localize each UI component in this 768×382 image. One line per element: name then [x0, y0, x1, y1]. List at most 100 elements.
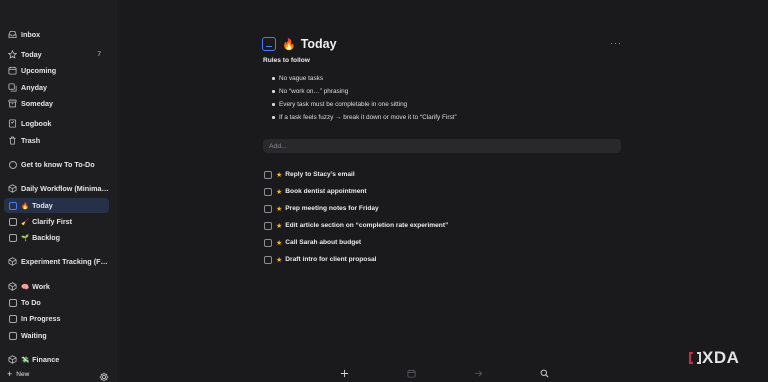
task-title: Draft intro for client proposal	[285, 256, 377, 263]
square-icon	[8, 298, 17, 307]
sidebar-item-experiment-tracking[interactable]: Experiment Tracking (For...	[4, 254, 109, 269]
task-checkbox[interactable]	[264, 204, 272, 213]
inbox-icon	[8, 30, 17, 39]
more-options-button[interactable]: ···	[610, 38, 622, 48]
sidebar-item-label: Waiting	[21, 331, 47, 340]
brain-emoji-icon: 🧠	[21, 283, 30, 291]
archive-icon	[8, 99, 17, 108]
broom-emoji-icon: 🧹	[21, 218, 30, 226]
sidebar-item-label: To Do	[21, 298, 41, 307]
star-icon: ★	[276, 239, 283, 247]
sidebar-item-today[interactable]: Today 7	[4, 47, 109, 62]
sidebar-item-someday[interactable]: Someday	[4, 96, 109, 111]
sidebar-item-label: Daily Workflow (Minimali...	[21, 184, 109, 193]
star-icon: ★	[276, 222, 283, 230]
task-row[interactable]: ★ Reply to Stacy’s email	[264, 166, 448, 183]
count-badge: 7	[97, 51, 101, 58]
sidebar-item-label: Trash	[21, 136, 41, 145]
circle-icon	[8, 160, 17, 169]
sidebar-item-label: Anyday	[21, 83, 47, 92]
task-checkbox[interactable]	[264, 255, 272, 264]
sidebar-bottom-bar: + New	[0, 366, 117, 382]
sidebar-item-finance[interactable]: 💸 Finance	[4, 352, 109, 367]
sidebar-item-work[interactable]: 🧠 Work	[4, 279, 109, 294]
list-item: No vague tasks	[272, 72, 457, 85]
xda-watermark-text: XDA	[702, 348, 740, 367]
sidebar-item-today-project[interactable]: 🔥 Today	[4, 198, 109, 213]
sidebar-item-label: Get to know To To-Do	[21, 160, 95, 169]
gear-icon[interactable]	[99, 369, 109, 382]
task-checkbox[interactable]	[264, 170, 272, 179]
task-title: Reply to Stacy’s email	[285, 171, 355, 178]
sidebar-item-daily-workflow[interactable]: Daily Workflow (Minimali...	[4, 181, 109, 196]
square-icon	[8, 217, 17, 226]
sidebar-item-label: Inbox	[21, 30, 41, 39]
sidebar-item-label: Logbook	[21, 119, 52, 128]
fire-emoji-icon: 🔥	[21, 202, 30, 210]
calendar-icon[interactable]	[406, 368, 416, 378]
task-title: Prep meeting notes for Friday	[285, 205, 379, 212]
star-icon	[8, 50, 17, 59]
task-title: Edit article section on “completion rate…	[285, 222, 449, 229]
sidebar-item-backlog[interactable]: 🌱 Backlog	[4, 230, 109, 245]
task-title: Call Sarah about budget	[285, 239, 362, 246]
sidebar-item-get-to-know[interactable]: Get to know To To-Do	[4, 157, 109, 172]
square-icon	[8, 314, 17, 323]
list-item: Every task must be completable in one si…	[272, 98, 457, 111]
layers-icon	[8, 83, 17, 92]
add-task-plus-icon[interactable]	[339, 368, 349, 378]
sidebar-item-label: Work	[32, 282, 50, 291]
sidebar-item-label: Upcoming	[21, 66, 57, 75]
task-checkbox[interactable]	[264, 238, 272, 247]
xda-watermark: XDA	[688, 348, 739, 368]
cube-icon	[8, 282, 17, 291]
sidebar-item-upcoming[interactable]: Upcoming	[4, 63, 109, 78]
sidebar-item-waiting[interactable]: Waiting	[4, 328, 109, 343]
sidebar-item-trash[interactable]: Trash	[4, 133, 109, 148]
cube-icon	[8, 355, 17, 364]
arrow-right-icon[interactable]	[473, 368, 483, 378]
star-icon: ★	[276, 188, 283, 196]
task-row[interactable]: ★ Edit article section on “completion ra…	[264, 217, 448, 234]
list-item: If a task feels fuzzy → break it down or…	[272, 111, 457, 124]
sidebar-item-label: Clarify First	[32, 217, 73, 226]
star-icon: ★	[276, 171, 283, 179]
sidebar: Inbox Today 7 Upcoming Anyday Someday Lo…	[0, 0, 117, 382]
sidebar-item-label: Someday	[21, 99, 53, 108]
sidebar-item-in-progress[interactable]: In Progress	[4, 311, 109, 326]
add-task-input[interactable]	[263, 139, 621, 153]
cube-icon	[8, 257, 17, 266]
square-icon	[8, 331, 17, 340]
search-icon[interactable]	[539, 368, 549, 378]
square-icon	[8, 233, 17, 242]
list-item: No “work on…” phrasing	[272, 85, 457, 98]
task-row[interactable]: ★ Call Sarah about budget	[264, 234, 448, 251]
sidebar-item-anyday[interactable]: Anyday	[4, 80, 109, 95]
plant-emoji-icon: 🌱	[21, 234, 30, 242]
sidebar-item-label: Today	[21, 50, 42, 59]
star-icon: ★	[276, 256, 283, 264]
cube-icon	[8, 184, 17, 193]
new-button[interactable]: + New	[7, 369, 29, 379]
main-content: 🔥 Today ··· Rules to follow No vague tas…	[117, 0, 768, 382]
sidebar-item-label: In Progress	[21, 314, 61, 323]
sidebar-item-label: Finance	[32, 355, 60, 364]
sidebar-item-to-do[interactable]: To Do	[4, 295, 109, 310]
fire-emoji-icon: 🔥	[282, 38, 296, 51]
project-checkbox-icon	[262, 37, 276, 51]
trash-icon	[8, 136, 17, 145]
book-icon	[8, 119, 17, 128]
sidebar-item-inbox[interactable]: Inbox	[4, 27, 109, 42]
notes-heading: Rules to follow	[263, 57, 310, 64]
square-icon	[8, 201, 17, 210]
calendar-icon	[8, 66, 17, 75]
task-row[interactable]: ★ Draft intro for client proposal	[264, 251, 448, 268]
page-title: Today	[300, 37, 337, 51]
task-row[interactable]: ★ Prep meeting notes for Friday	[264, 200, 448, 217]
task-checkbox[interactable]	[264, 187, 272, 196]
sidebar-item-label: Backlog	[32, 233, 61, 242]
sidebar-item-clarify-first[interactable]: 🧹 Clarify First	[4, 214, 109, 229]
task-checkbox[interactable]	[264, 221, 272, 230]
task-row[interactable]: ★ Book dentist appointment	[264, 183, 448, 200]
sidebar-item-logbook[interactable]: Logbook	[4, 116, 109, 131]
